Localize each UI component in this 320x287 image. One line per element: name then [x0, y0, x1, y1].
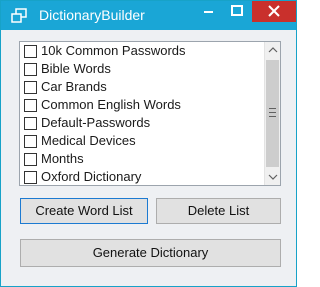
generate-dictionary-button[interactable]: Generate Dictionary [20, 239, 281, 267]
checkbox[interactable] [24, 99, 37, 112]
window-title: DictionaryBuilder [39, 7, 145, 23]
scroll-up-arrow[interactable] [265, 42, 280, 58]
create-word-list-button[interactable]: Create Word List [20, 198, 148, 224]
word-list-checked-listbox[interactable]: 10k Common Passwords Bible Words Car Brand… [19, 41, 281, 186]
list-item-label: Months [41, 151, 84, 166]
list-item[interactable]: Oxford Dictionary [20, 168, 266, 185]
close-icon [268, 5, 280, 17]
app-window: DictionaryBuilder 10k Common Passwords Bi… [0, 0, 297, 287]
list-item[interactable]: Medical Devices [20, 132, 266, 150]
list-item[interactable]: Car Brands [20, 78, 266, 96]
title-bar[interactable]: DictionaryBuilder [1, 1, 296, 30]
list-item-label: Common English Words [41, 97, 181, 112]
list-item[interactable]: 10k Common Passwords [20, 42, 266, 60]
checkbox[interactable] [24, 171, 37, 184]
checkbox[interactable] [24, 153, 37, 166]
list-item-label: 10k Common Passwords [41, 43, 186, 58]
list-item[interactable]: Common English Words [20, 96, 266, 114]
list-item-label: Oxford Dictionary [41, 169, 142, 184]
scroll-thumb[interactable] [266, 60, 279, 167]
list-item-label: Bible Words [41, 61, 111, 76]
delete-list-button[interactable]: Delete List [156, 198, 281, 224]
maximize-icon [231, 5, 243, 16]
chevron-down-icon [268, 174, 278, 180]
scroll-down-arrow[interactable] [265, 169, 280, 185]
client-area: 10k Common Passwords Bible Words Car Brand… [1, 30, 296, 286]
app-icon [11, 8, 27, 24]
list-item[interactable]: Months [20, 150, 266, 168]
checkbox[interactable] [24, 135, 37, 148]
word-list: 10k Common Passwords Bible Words Car Brand… [20, 42, 266, 185]
minimize-button[interactable] [194, 1, 223, 22]
checkbox[interactable] [24, 63, 37, 76]
checkbox[interactable] [24, 45, 37, 58]
grip-icon [269, 108, 276, 117]
maximize-button[interactable] [223, 1, 252, 22]
list-item-label: Car Brands [41, 79, 107, 94]
list-item[interactable]: Bible Words [20, 60, 266, 78]
chevron-up-icon [268, 47, 278, 53]
list-item-label: Medical Devices [41, 133, 136, 148]
list-item[interactable]: Default-Passwords [20, 114, 266, 132]
checkbox[interactable] [24, 117, 37, 130]
minimize-icon [204, 11, 213, 13]
list-item-label: Default-Passwords [41, 115, 151, 130]
close-button[interactable] [252, 1, 296, 22]
vertical-scrollbar[interactable] [264, 42, 280, 185]
checkbox[interactable] [24, 81, 37, 94]
